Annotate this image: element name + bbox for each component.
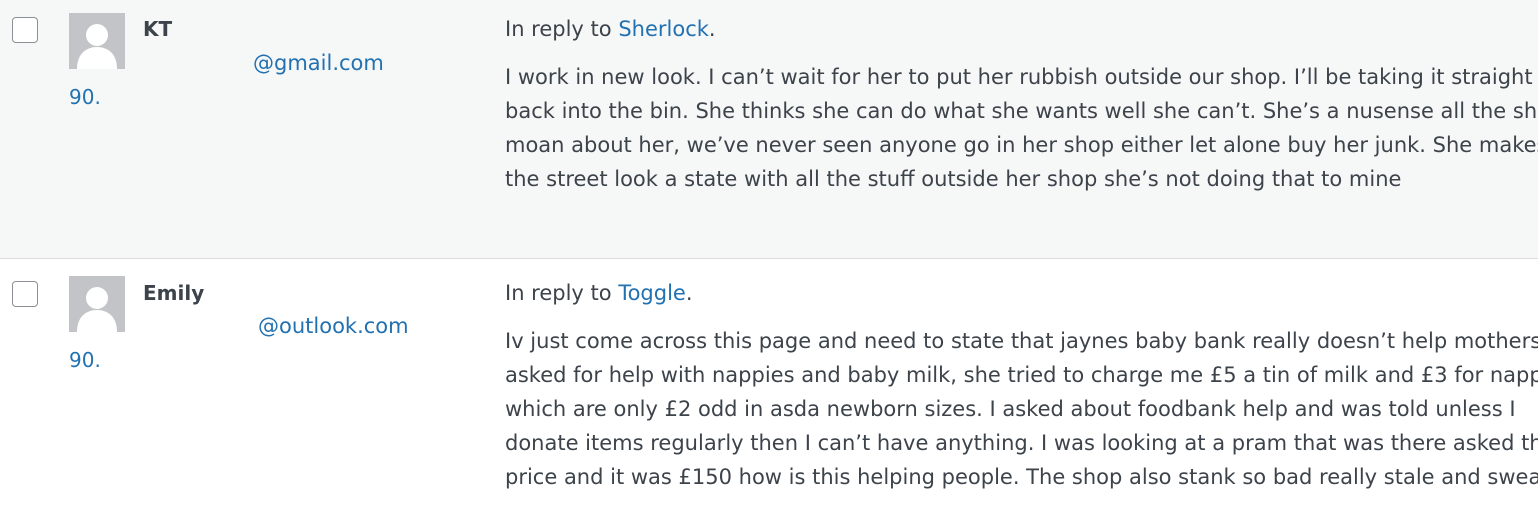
comment-content: In reply to Toggle. Iv just come across … xyxy=(505,276,1538,494)
select-comment-checkbox[interactable] xyxy=(12,17,38,43)
comment-text-line: moan about her, we’ve never seen anyone … xyxy=(505,133,1538,157)
author-ip-link[interactable]: 90. xyxy=(69,345,101,375)
default-avatar-icon xyxy=(69,276,125,332)
author-email-link[interactable]: @outlook.com xyxy=(258,311,409,341)
comment-text: Iv just come across this page and need t… xyxy=(505,324,1538,494)
reply-target-link[interactable]: Toggle xyxy=(618,281,686,305)
comment-text-line: I work in new look. I can’t wait for her… xyxy=(505,65,1538,89)
comments-list: KT @gmail.com 90. In reply to Sherlock. … xyxy=(0,0,1538,518)
author-name: Emily xyxy=(143,281,205,305)
default-avatar-icon xyxy=(69,13,125,69)
in-reply-to: In reply to Toggle. xyxy=(505,276,1525,310)
avatar xyxy=(69,13,125,69)
comment-text-line: price and it was £150 how is this helpin… xyxy=(505,465,1538,489)
comment-text-line: Iv just come across this page and need t… xyxy=(505,329,1538,353)
reply-prefix: In reply to xyxy=(505,281,612,305)
comment-row: KT @gmail.com 90. In reply to Sherlock. … xyxy=(0,0,1538,259)
comment-text-line: which are only £2 odd in asda newborn si… xyxy=(505,397,1516,421)
comment-text: I work in new look. I can’t wait for her… xyxy=(505,60,1538,196)
comment-text-line: the street look a state with all the stu… xyxy=(505,167,1402,191)
avatar xyxy=(69,276,125,332)
in-reply-to: In reply to Sherlock. xyxy=(505,12,1525,46)
reply-target-link[interactable]: Sherlock xyxy=(618,17,709,41)
author-ip-link[interactable]: 90. xyxy=(69,82,101,112)
comment-content: In reply to Sherlock. I work in new look… xyxy=(505,12,1538,196)
comment-text-line: donate items regularly then I can’t have… xyxy=(505,431,1538,455)
comment-row: Emily @outlook.com 90. In reply to Toggl… xyxy=(0,260,1538,518)
comment-text-line: asked for help with nappies and baby mil… xyxy=(505,363,1538,387)
reply-suffix: . xyxy=(708,17,716,41)
select-comment-checkbox[interactable] xyxy=(12,281,38,307)
reply-suffix: . xyxy=(685,281,693,305)
author-name: KT xyxy=(143,17,173,41)
comment-text-line: back into the bin. She thinks she can do… xyxy=(505,99,1538,123)
author-email-link[interactable]: @gmail.com xyxy=(253,48,384,78)
reply-prefix: In reply to xyxy=(505,17,612,41)
